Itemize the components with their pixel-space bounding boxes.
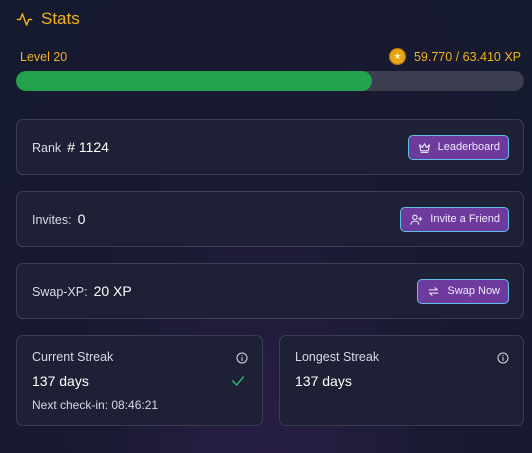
level-label: Level 20 — [20, 49, 68, 64]
user-plus-icon — [410, 214, 423, 225]
current-streak-card: Current Streak 137 days Next check-in: 0… — [16, 335, 263, 426]
info-icon[interactable] — [497, 352, 509, 364]
crown-icon — [418, 142, 430, 153]
xp-progress-fill — [16, 71, 372, 91]
rank-label: Rank — [32, 141, 62, 155]
next-checkin-text: Next check-in: 08:46:21 — [32, 398, 159, 412]
current-streak-title: Current Streak — [32, 350, 114, 364]
swap-arrows-icon — [429, 286, 439, 296]
invite-friend-button[interactable]: Invite a Friend — [400, 206, 509, 232]
rank-card: Rank # 1124 Leaderboard — [16, 119, 524, 175]
star-coin-icon: ★ — [388, 48, 406, 65]
page-title: Stats — [41, 9, 80, 28]
longest-streak-title: Longest Streak — [295, 350, 380, 364]
leaderboard-button-label: Leaderboard — [437, 141, 500, 153]
longest-streak-value: 137 days — [295, 373, 352, 389]
check-icon — [231, 376, 245, 386]
current-streak-value: 137 days — [32, 373, 89, 389]
invites-label: Invites: — [32, 213, 72, 227]
swap-value: 20 XP — [93, 283, 132, 299]
swap-now-button-label: Swap Now — [447, 285, 500, 297]
invites-card: Invites: 0 Invite a Friend — [16, 191, 524, 247]
swap-label: Swap-XP: — [32, 285, 88, 299]
level-row: Level 20 ★ 59.770 / 63.410 XP — [20, 48, 521, 65]
activity-icon — [16, 12, 33, 26]
xp-progress-bar — [16, 71, 524, 91]
info-icon[interactable] — [236, 352, 248, 364]
xp-display: ★ 59.770 / 63.410 XP — [388, 48, 521, 65]
leaderboard-button[interactable]: Leaderboard — [407, 134, 509, 160]
longest-streak-card: Longest Streak 137 days — [279, 335, 524, 426]
xp-text: 59.770 / 63.410 XP — [413, 49, 521, 64]
swap-card: Swap-XP: 20 XP Swap Now — [16, 263, 524, 319]
invite-friend-button-label: Invite a Friend — [430, 213, 500, 225]
invites-value: 0 — [77, 211, 86, 227]
swap-now-button[interactable]: Swap Now — [417, 278, 509, 304]
rank-value: # 1124 — [67, 139, 109, 155]
stats-header: Stats — [16, 9, 80, 29]
